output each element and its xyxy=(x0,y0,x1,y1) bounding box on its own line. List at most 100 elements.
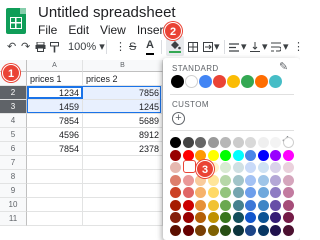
cell-a1[interactable]: prices 1 xyxy=(27,72,83,86)
cell-a5[interactable]: 4596 xyxy=(27,128,83,142)
palette-color-swatch[interactable] xyxy=(270,187,281,198)
row-header[interactable]: 7 xyxy=(0,156,27,170)
standard-color-swatch[interactable] xyxy=(241,75,254,88)
palette-color-swatch[interactable] xyxy=(270,224,281,236)
palette-color-swatch[interactable] xyxy=(195,224,206,236)
palette-color-swatch[interactable] xyxy=(282,212,294,223)
add-custom-color-button[interactable]: + xyxy=(172,112,185,125)
palette-color-swatch[interactable] xyxy=(220,224,231,236)
row-header[interactable]: 8 xyxy=(0,170,27,184)
palette-color-swatch[interactable] xyxy=(207,199,219,211)
palette-color-swatch[interactable] xyxy=(182,137,194,148)
cell-b5[interactable]: 8912 xyxy=(83,128,163,142)
palette-color-swatch[interactable] xyxy=(232,149,244,161)
palette-color-swatch[interactable] xyxy=(282,187,294,198)
document-title[interactable]: Untitled spreadsheet xyxy=(38,4,176,21)
palette-color-swatch[interactable] xyxy=(220,174,231,186)
palette-color-swatch[interactable] xyxy=(220,187,231,198)
chevron-down-icon[interactable]: ▾ xyxy=(241,38,247,56)
palette-color-swatch[interactable] xyxy=(232,162,244,173)
chevron-down-icon[interactable]: ▾ xyxy=(283,38,289,56)
cell-a6[interactable]: 7854 xyxy=(27,142,83,156)
palette-color-swatch[interactable] xyxy=(170,149,181,161)
palette-color-swatch[interactable] xyxy=(232,137,244,148)
strikethrough-button[interactable]: S xyxy=(129,38,136,56)
palette-color-swatch[interactable] xyxy=(220,149,231,161)
palette-color-swatch[interactable] xyxy=(245,137,256,148)
palette-color-swatch[interactable] xyxy=(245,187,256,198)
palette-color-swatch[interactable] xyxy=(270,149,281,161)
standard-color-swatch[interactable] xyxy=(269,75,282,88)
row-header[interactable]: 9 xyxy=(0,184,27,198)
palette-color-swatch[interactable] xyxy=(170,199,181,211)
palette-color-swatch[interactable] xyxy=(245,174,256,186)
more-toolbar-icon[interactable]: ⋮ xyxy=(293,38,300,56)
palette-color-swatch[interactable] xyxy=(257,137,269,148)
palette-color-swatch[interactable] xyxy=(245,224,256,236)
palette-color-swatch[interactable] xyxy=(270,162,281,173)
vertical-align-icon[interactable] xyxy=(250,38,260,58)
standard-color-swatch[interactable] xyxy=(185,75,198,88)
cell-b8[interactable] xyxy=(83,170,163,184)
palette-color-swatch[interactable] xyxy=(220,212,231,223)
palette-color-swatch[interactable] xyxy=(257,187,269,198)
palette-color-swatch[interactable] xyxy=(207,224,219,236)
palette-color-swatch[interactable] xyxy=(245,149,256,161)
palette-color-swatch[interactable] xyxy=(182,174,194,186)
row-header[interactable]: 6 xyxy=(0,142,27,156)
palette-color-swatch[interactable] xyxy=(207,149,219,161)
cell-a7[interactable] xyxy=(27,156,83,170)
column-header-b[interactable]: B xyxy=(83,60,163,72)
palette-color-swatch[interactable] xyxy=(257,199,269,211)
palette-color-swatch[interactable] xyxy=(220,199,231,211)
palette-color-swatch[interactable] xyxy=(257,212,269,223)
palette-color-swatch[interactable] xyxy=(282,162,294,173)
standard-color-swatch[interactable] xyxy=(171,75,184,88)
palette-color-swatch[interactable] xyxy=(282,199,294,211)
palette-color-swatch[interactable] xyxy=(282,224,294,236)
cell-a9[interactable] xyxy=(27,184,83,198)
standard-color-swatch[interactable] xyxy=(199,75,212,88)
cell-a8[interactable] xyxy=(27,170,83,184)
palette-color-swatch[interactable] xyxy=(182,199,194,211)
palette-color-swatch[interactable] xyxy=(257,174,269,186)
paint-format-icon[interactable] xyxy=(50,38,59,59)
palette-color-swatch[interactable] xyxy=(207,212,219,223)
cell-b4[interactable]: 5689 xyxy=(83,114,163,128)
palette-color-swatch[interactable] xyxy=(270,199,281,211)
palette-color-swatch[interactable] xyxy=(232,212,244,223)
palette-color-swatch[interactable] xyxy=(195,149,206,161)
standard-color-swatch[interactable] xyxy=(227,75,240,88)
cell-b6[interactable]: 2378 xyxy=(83,142,163,156)
palette-color-swatch[interactable] xyxy=(282,174,294,186)
row-header[interactable]: 4 xyxy=(0,114,27,128)
print-icon[interactable] xyxy=(35,38,46,58)
palette-color-swatch[interactable] xyxy=(232,174,244,186)
palette-color-swatch[interactable] xyxy=(207,137,219,148)
align-icon[interactable] xyxy=(229,38,239,58)
cell-b9[interactable] xyxy=(83,184,163,198)
palette-color-swatch[interactable] xyxy=(245,212,256,223)
cell-b10[interactable] xyxy=(83,198,163,212)
redo-icon[interactable]: ↷ xyxy=(21,38,30,56)
row-header[interactable]: 2 xyxy=(0,86,27,100)
pencil-icon[interactable]: ✎ xyxy=(279,60,288,73)
palette-color-swatch[interactable] xyxy=(282,137,294,148)
palette-color-swatch[interactable] xyxy=(207,187,219,198)
palette-color-swatch[interactable] xyxy=(195,137,206,148)
palette-color-swatch[interactable] xyxy=(182,187,194,198)
palette-color-swatch[interactable] xyxy=(257,162,269,173)
chevron-down-icon[interactable]: ▾ xyxy=(262,38,268,56)
cell-b11[interactable] xyxy=(83,212,163,226)
menu-edit[interactable]: Edit xyxy=(68,23,89,37)
palette-color-swatch[interactable] xyxy=(232,224,244,236)
zoom-select[interactable]: 100% ▾ xyxy=(68,38,105,56)
menu-view[interactable]: View xyxy=(100,23,126,37)
palette-color-swatch[interactable] xyxy=(195,212,206,223)
palette-color-swatch[interactable] xyxy=(270,212,281,223)
palette-color-swatch[interactable] xyxy=(270,137,281,148)
menu-insert[interactable]: Insert xyxy=(137,23,167,37)
palette-color-swatch[interactable] xyxy=(170,212,181,223)
palette-color-swatch[interactable] xyxy=(195,187,206,198)
row-header[interactable]: 10 xyxy=(0,198,27,212)
